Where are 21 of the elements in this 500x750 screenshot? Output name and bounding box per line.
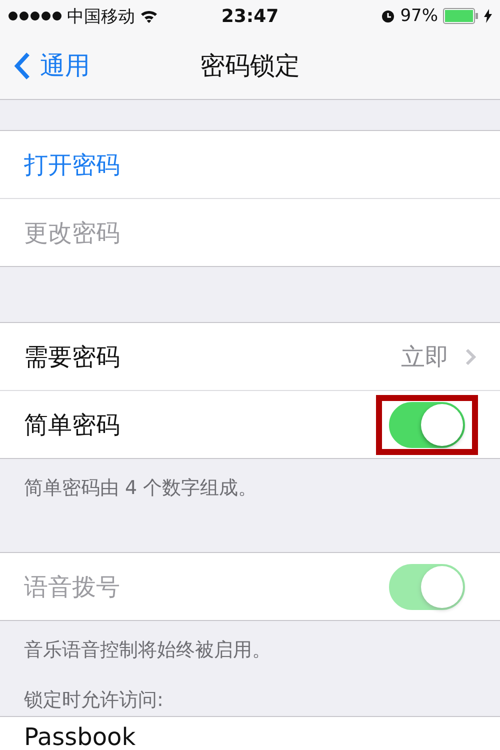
page-title: 密码锁定	[200, 50, 300, 82]
carrier-name: 中国移动	[67, 6, 135, 28]
setting-value: 立即	[401, 342, 449, 372]
charging-bolt-icon	[484, 9, 492, 23]
back-button[interactable]: 通用	[0, 49, 90, 82]
signal-icon	[8, 11, 62, 21]
setting-label: 语音拨号	[24, 572, 120, 602]
setting-label: 需要密码	[24, 342, 120, 372]
setting-label: Passbook	[24, 723, 136, 750]
chevron-icon	[465, 348, 476, 366]
setting-row[interactable]: 打开密码	[0, 131, 500, 198]
back-chevron-icon	[14, 52, 30, 80]
toggle-switch[interactable]	[389, 402, 465, 448]
battery-icon	[443, 8, 480, 24]
wifi-icon	[140, 9, 158, 23]
clock-time: 23:47	[221, 6, 279, 26]
section-footer: 音乐语音控制将始终被启用。	[0, 621, 500, 663]
section-footer: 简单密码由 4 个数字组成。	[0, 459, 500, 501]
alarm-clock-icon	[381, 9, 396, 23]
battery-percent: 97%	[400, 6, 438, 26]
setting-label: 简单密码	[24, 410, 120, 440]
